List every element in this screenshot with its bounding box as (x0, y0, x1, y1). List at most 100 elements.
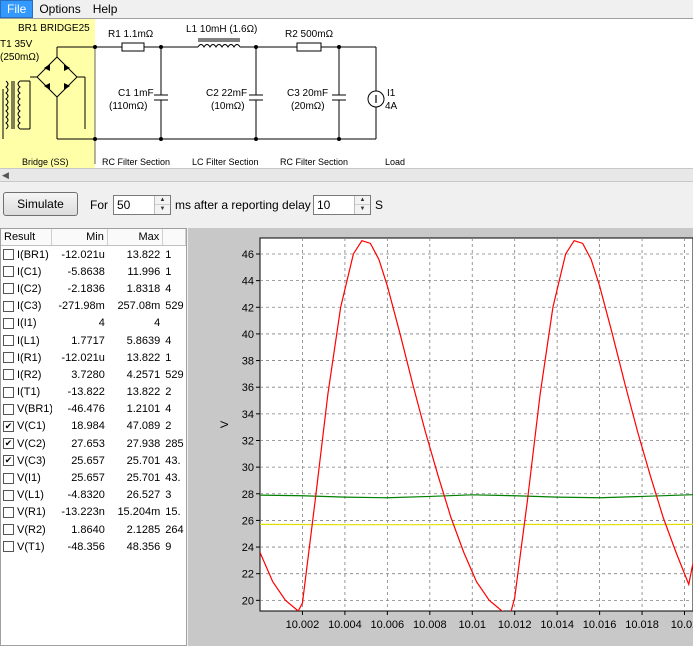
table-row[interactable]: I(C1) -5.8638 11.996 1 (1, 263, 186, 280)
result-extra: 1 (165, 351, 172, 364)
result-name-cell: V(R2) (1, 524, 52, 536)
header-max[interactable]: Max (108, 229, 164, 245)
scroll-left-icon[interactable]: ◀ (2, 170, 9, 181)
spin-up-icon[interactable]: ▲ (355, 196, 370, 205)
results-body: I(BR1) -12.021u 13.822 1 I(C1) -5.8638 11.996 1… (1, 246, 186, 555)
delay-value[interactable]: 10 (317, 198, 330, 212)
menu-help[interactable]: Help (87, 0, 124, 18)
result-name-cell: ✔ V(C2) (1, 438, 52, 450)
duration-spin-buttons[interactable]: ▲ ▼ (154, 196, 170, 214)
result-checkbox[interactable]: ✔ (3, 438, 14, 450)
section-rc1-label: RC Filter Section (102, 157, 171, 167)
result-checkbox[interactable] (3, 300, 14, 312)
result-extra: 15. (165, 506, 181, 519)
result-name: I(C2) (17, 282, 42, 295)
result-max: 25.701 (126, 454, 161, 467)
x-tick-label: 10.01 (458, 619, 486, 631)
duration-value[interactable]: 50 (117, 198, 130, 212)
table-row[interactable]: ✔ V(C1) 18.984 47.089 2 (1, 418, 186, 435)
schematic-scrollbar[interactable]: ◀ (0, 168, 693, 182)
spin-down-icon[interactable]: ▼ (155, 205, 170, 214)
result-max: 1.2101 (126, 403, 161, 416)
result-checkbox[interactable] (3, 266, 14, 278)
results-table: Result Min Max I(BR1) -12.021u 13.822 1 I(C1… (0, 228, 187, 646)
table-row[interactable]: I(C2) -2.1836 1.8318 4 (1, 280, 186, 297)
result-min: 1.7717 (71, 334, 105, 347)
result-max: 15.204m (117, 506, 161, 519)
menu-bar: File Options Help (0, 0, 693, 18)
result-name-cell: I(BR1) (1, 249, 52, 261)
result-name: I(R1) (17, 351, 42, 364)
table-row[interactable]: I(L1) 1.7717 5.8639 4 (1, 332, 186, 349)
result-name: I(I1) (17, 317, 37, 330)
result-max: 4 (154, 317, 161, 330)
table-row[interactable]: V(BR1) -46.476 1.2101 4 (1, 401, 186, 418)
section-bridge-label: Bridge (SS) (22, 157, 69, 167)
c3-esr-label: (20mΩ) (291, 101, 325, 112)
menu-file[interactable]: File (0, 0, 34, 18)
spin-up-icon[interactable]: ▲ (155, 196, 170, 205)
result-checkbox[interactable] (3, 283, 14, 295)
table-row[interactable]: ✔ V(C3) 25.657 25.701 43. (1, 452, 186, 469)
t1-voltage-label: T1 35V (0, 39, 33, 50)
result-name: I(L1) (17, 334, 40, 347)
x-tick-label: 10.012 (498, 619, 532, 631)
table-row[interactable]: I(R2) 3.7280 4.2571 529 (1, 366, 186, 383)
result-checkbox[interactable] (3, 249, 14, 261)
table-row[interactable]: V(R2) 1.8640 2.1285 264 (1, 521, 186, 538)
result-checkbox[interactable] (3, 317, 14, 329)
table-row[interactable]: I(C3) -271.98m 257.08m 529 (1, 298, 186, 315)
result-max: 13.822 (126, 386, 161, 399)
y-tick-label: 42 (242, 302, 254, 314)
table-row[interactable]: ✔ V(C2) 27.653 27.938 285 (1, 435, 186, 452)
table-row[interactable]: I(I1) 4 4 (1, 315, 186, 332)
result-checkbox[interactable] (3, 489, 14, 501)
result-min: -271.98m (58, 300, 105, 313)
result-max: 47.089 (126, 420, 161, 433)
result-max: 1.8318 (126, 282, 161, 295)
simulate-button[interactable]: Simulate (3, 192, 78, 216)
table-row[interactable]: V(L1) -4.8320 26.527 3 (1, 487, 186, 504)
delay-label: after a reporting delay of (194, 198, 325, 212)
result-min: -48.356 (67, 540, 105, 553)
result-name: V(C2) (17, 437, 46, 450)
table-row[interactable]: I(R1) -12.021u 13.822 1 (1, 349, 186, 366)
table-row[interactable]: V(R1) -13.223n 15.204m 15. (1, 504, 186, 521)
result-checkbox[interactable]: ✔ (3, 420, 14, 432)
header-min[interactable]: Min (52, 229, 108, 245)
result-name: V(R2) (17, 523, 46, 536)
menu-options[interactable]: Options (33, 0, 86, 18)
result-max: 48.356 (126, 540, 161, 553)
table-row[interactable]: I(BR1) -12.021u 13.822 1 (1, 246, 186, 263)
result-checkbox[interactable] (3, 472, 14, 484)
s-label: S (375, 198, 384, 212)
result-checkbox[interactable] (3, 403, 14, 415)
duration-spinner[interactable]: 50 ▲ ▼ (113, 195, 171, 215)
result-extra: 1 (165, 265, 172, 278)
result-name-cell: V(I1) (1, 472, 52, 484)
result-checkbox[interactable] (3, 541, 14, 553)
results-header: Result Min Max (1, 229, 186, 246)
delay-spinner[interactable]: 10 ▲ ▼ (313, 195, 371, 215)
header-extra[interactable] (163, 229, 186, 245)
spin-down-icon[interactable]: ▼ (355, 205, 370, 214)
result-checkbox[interactable]: ✔ (3, 455, 14, 467)
result-checkbox[interactable] (3, 524, 14, 536)
table-row[interactable]: I(T1) -13.822 13.822 2 (1, 384, 186, 401)
delay-spin-buttons[interactable]: ▲ ▼ (354, 196, 370, 214)
table-row[interactable]: V(I1) 25.657 25.701 43. (1, 469, 186, 486)
table-row[interactable]: V(T1) -48.356 48.356 9 (1, 538, 186, 555)
result-max: 257.08m (117, 300, 161, 313)
voltage-chart[interactable]: 20 22 24 26 28 30 32 34 36 38 40 42 44 46 10.002 10.004… (188, 228, 693, 646)
c2-value-label: C2 22mF (206, 88, 248, 99)
result-max: 2.1285 (126, 523, 161, 536)
result-max: 25.701 (126, 472, 161, 485)
result-checkbox[interactable] (3, 386, 14, 398)
header-result[interactable]: Result (1, 229, 53, 245)
result-checkbox[interactable] (3, 352, 14, 364)
result-name: V(C1) (17, 420, 46, 433)
result-checkbox[interactable] (3, 506, 14, 518)
x-tick-label: 10.006 (371, 619, 405, 631)
result-checkbox[interactable] (3, 369, 14, 381)
result-checkbox[interactable] (3, 335, 14, 347)
